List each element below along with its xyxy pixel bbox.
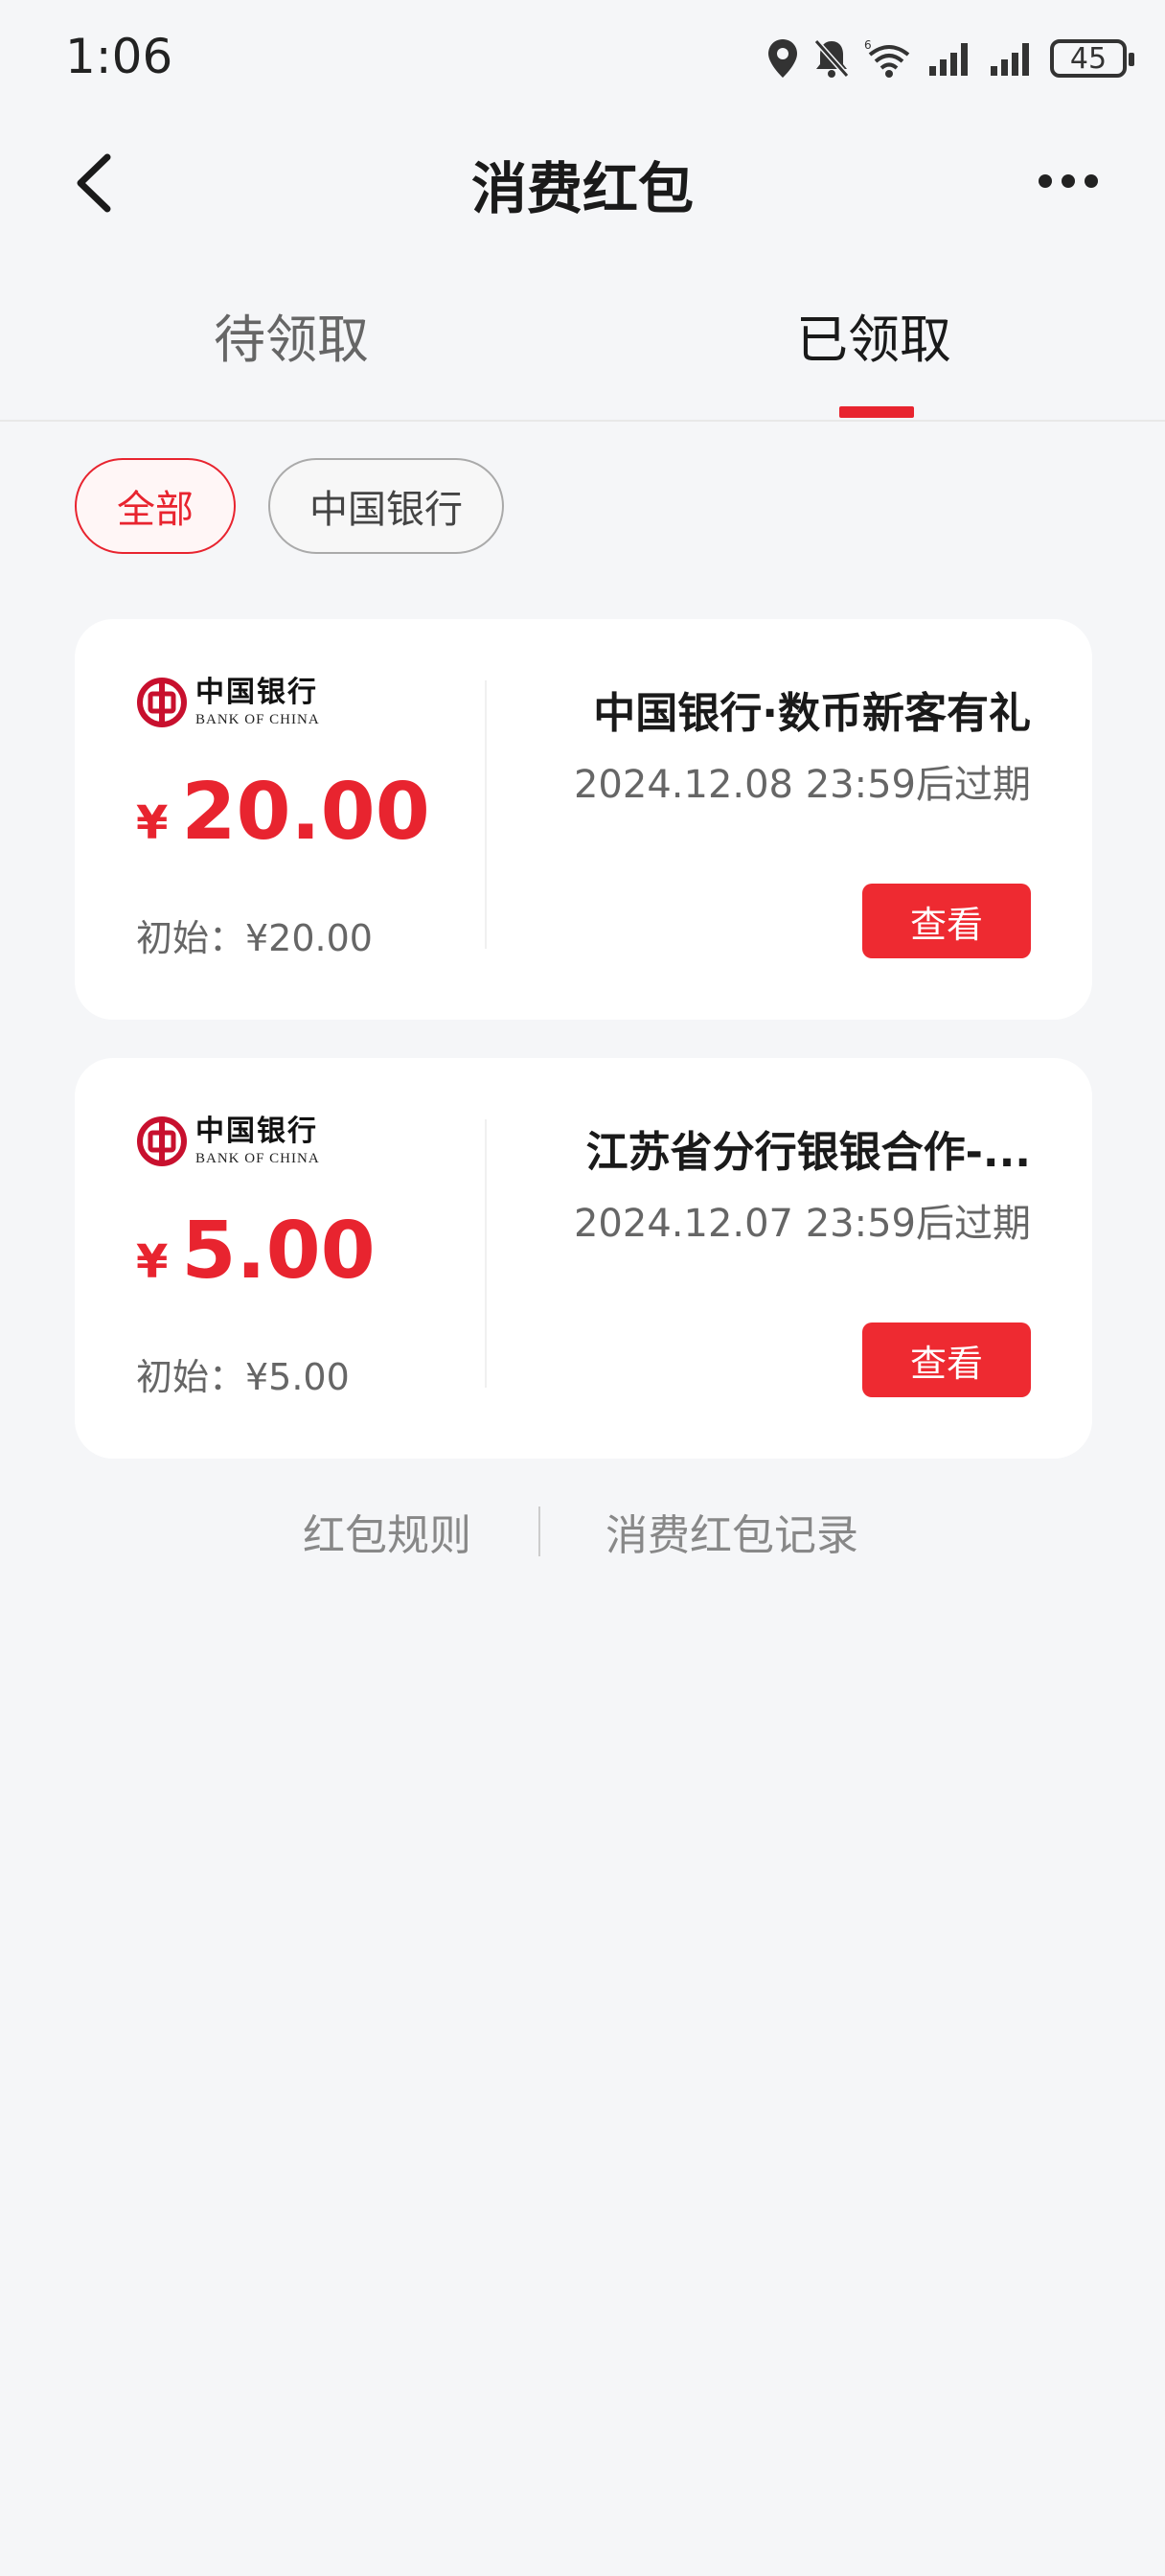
dot-icon	[1062, 174, 1075, 188]
tab-received[interactable]: 已领取	[582, 297, 1165, 373]
bank-name-cn: 中国银行	[195, 675, 318, 709]
bank-logo: 中国银行 BANK OF CHINA	[136, 1116, 320, 1167]
page-title: 消费红包	[470, 156, 694, 221]
bank-of-china-logo-icon	[137, 678, 187, 727]
packet-title: 江苏省分行银银合作-...	[585, 1128, 1031, 1177]
status-time: 1:06	[65, 29, 173, 84]
filter-all[interactable]: 全部	[75, 458, 236, 554]
status-icons: 6 45	[766, 34, 1134, 82]
packet-amount: ¥ 5.00	[136, 1206, 376, 1297]
view-button[interactable]: 查看	[862, 884, 1031, 958]
red-packet-card: 中国银行 BANK OF CHINA ¥ 5.00 初始：¥5.00 江苏省分行…	[75, 1058, 1092, 1459]
tab-pending[interactable]: 待领取	[0, 297, 582, 373]
tab-bar: 待领取 已领取	[0, 268, 1165, 422]
packet-title: 中国银行·数币新客有礼	[593, 689, 1031, 738]
card-divider	[485, 1119, 487, 1388]
packet-expiry: 2024.12.08 23:59后过期	[573, 763, 1031, 807]
wifi-icon: 6	[864, 38, 910, 78]
signal-icon	[929, 43, 968, 76]
amount-value: 5.00	[181, 1206, 376, 1297]
svg-text:6: 6	[864, 38, 872, 52]
initial-amount: 初始：¥20.00	[136, 917, 373, 959]
header: 消费红包	[0, 115, 1165, 249]
footer-links: 红包规则 消费红包记录	[0, 1493, 1165, 1570]
view-button[interactable]: 查看	[862, 1322, 1031, 1397]
footer-divider	[538, 1506, 540, 1556]
rules-link[interactable]: 红包规则	[303, 1501, 471, 1562]
packet-expiry: 2024.12.07 23:59后过期	[573, 1202, 1031, 1246]
bank-name-cn: 中国银行	[195, 1114, 318, 1148]
filter-bank-of-china[interactable]: 中国银行	[268, 458, 504, 554]
card-divider	[485, 680, 487, 949]
red-packet-card: 中国银行 BANK OF CHINA ¥ 20.00 初始：¥20.00 中国银…	[75, 619, 1092, 1020]
bank-logo: 中国银行 BANK OF CHINA	[136, 677, 320, 728]
active-tab-indicator	[839, 406, 914, 418]
bank-name-en: BANK OF CHINA	[195, 711, 320, 727]
records-link[interactable]: 消费红包记录	[605, 1501, 858, 1562]
currency-symbol: ¥	[136, 796, 169, 850]
packet-amount: ¥ 20.00	[136, 767, 430, 858]
signal-icon-2	[991, 43, 1029, 76]
initial-amount: 初始：¥5.00	[136, 1356, 350, 1398]
status-bar: 1:06 6 45	[0, 0, 1165, 115]
amount-value: 20.00	[181, 767, 430, 858]
bank-name-en: BANK OF CHINA	[195, 1150, 320, 1166]
dot-icon	[1039, 174, 1052, 188]
dot-icon	[1085, 174, 1098, 188]
bank-of-china-logo-icon	[137, 1116, 187, 1166]
more-options-button[interactable]	[1039, 174, 1098, 188]
mute-bell-icon	[813, 39, 850, 78]
filter-chips: 全部 中国银行	[75, 458, 504, 554]
battery-indicator: 45	[1050, 39, 1134, 78]
location-icon	[768, 39, 797, 78]
currency-symbol: ¥	[136, 1235, 169, 1289]
